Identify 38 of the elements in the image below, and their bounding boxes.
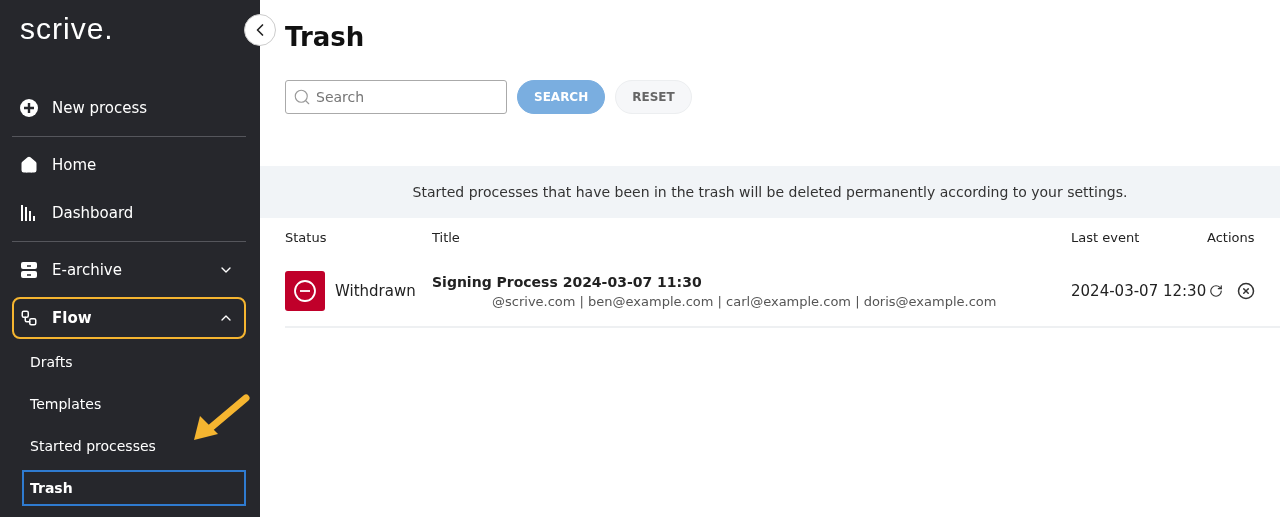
process-title: Signing Process 2024-03-07 11:30 (432, 273, 702, 290)
reset-button[interactable]: RESET (615, 80, 692, 114)
archive-icon (20, 261, 38, 279)
nav-label: Flow (52, 309, 93, 327)
column-header: Title (432, 228, 461, 247)
subnav-item[interactable]: Templates (22, 386, 246, 422)
status-text: Withdrawn (335, 282, 416, 300)
nav-label: E-archive (52, 261, 123, 279)
search-icon (293, 88, 311, 106)
nav-item[interactable]: Home (12, 144, 246, 186)
pointer-arrow-icon (192, 392, 252, 442)
withdrawn-icon (285, 271, 325, 311)
plus-circle-icon (20, 99, 38, 117)
nav-label: New process (52, 99, 149, 117)
nav-label: Dashboard (52, 204, 135, 222)
subnav-item[interactable]: Trash (22, 470, 246, 506)
logo: scrive. (20, 12, 115, 46)
notice-text: Started processes that have been in the trash will be deleted permanently according to your settings. (260, 166, 1280, 218)
home-icon (20, 156, 38, 174)
last-event-text: 2024-03-07 12:30 (1071, 282, 1207, 300)
restore-icon[interactable] (1207, 282, 1225, 300)
search-field[interactable]: Search (285, 80, 507, 114)
participants-text: @scrive.com | ben@example.com | carl@example.com | doris@example.com (492, 293, 997, 309)
delete-icon[interactable] (1235, 280, 1257, 302)
column-header: Last event (1071, 228, 1141, 247)
nav-item[interactable]: Dashboard (12, 192, 246, 234)
subnav-item[interactable]: Drafts (22, 344, 246, 380)
page-title: Trash (285, 22, 366, 52)
bar-chart-icon (20, 204, 38, 222)
collapse-button[interactable] (244, 14, 276, 46)
nav-item[interactable]: Flow (12, 297, 246, 339)
nav-label: Home (52, 156, 98, 174)
nav-item[interactable]: New process (12, 87, 246, 129)
flow-icon (20, 309, 38, 327)
nav-item[interactable]: E-archive (12, 249, 246, 291)
column-header: Status (285, 228, 328, 247)
subnav-item[interactable]: Started processes (22, 428, 246, 464)
column-header: Actions (1207, 228, 1256, 247)
